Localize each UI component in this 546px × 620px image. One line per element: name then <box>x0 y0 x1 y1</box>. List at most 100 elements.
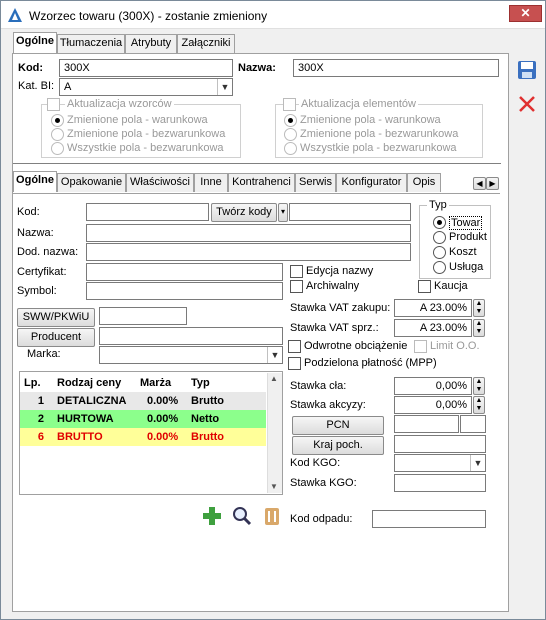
akcyza-field[interactable]: 0,00% <box>394 396 472 414</box>
akt-wzorcow-radio-2[interactable] <box>51 128 64 141</box>
symbol-label: Symbol: <box>17 285 57 297</box>
tworz-kody-dropdown[interactable]: ▾ <box>278 203 288 222</box>
scroll-down-icon[interactable]: ▼ <box>270 482 278 491</box>
pcn-extra-field[interactable] <box>460 415 486 433</box>
edycja-nazwy-checkbox[interactable] <box>290 265 303 278</box>
subtab-serwis[interactable]: Serwis <box>295 173 336 192</box>
add-button[interactable] <box>201 505 223 527</box>
kraj-poch-field[interactable] <box>394 435 486 453</box>
chevron-down-icon[interactable]: ▼ <box>217 79 232 95</box>
tab-ogolne[interactable]: Ogólne <box>13 32 57 53</box>
akt-wzorcow-label: Aktualizacja wzorców <box>65 98 174 110</box>
vat-zakupu-spinner[interactable]: ▲ ▼ <box>473 299 485 317</box>
tab-scroll-left-button[interactable]: ◀ <box>473 177 486 190</box>
producent-button[interactable]: Producent <box>17 328 95 347</box>
nazwa-field[interactable]: 300X <box>293 59 499 77</box>
akcyza-spinner[interactable]: ▲ ▼ <box>473 396 485 414</box>
scroll-up-icon[interactable]: ▲ <box>270 374 278 383</box>
nazwa-label: Nazwa: <box>238 62 276 74</box>
vat-zakupu-field[interactable]: A 23.00% <box>394 299 472 317</box>
cell-lp: 2 <box>37 413 44 425</box>
kgo-stawka-field[interactable] <box>394 474 486 492</box>
subtab-opis[interactable]: Opis <box>407 173 441 192</box>
subtab-wlasciwosci[interactable]: Właściwości <box>126 173 194 192</box>
tab-scroll-right-button[interactable]: ▶ <box>486 177 499 190</box>
akt-wzorcow-radio-1[interactable] <box>51 114 64 127</box>
subtab-konfigurator[interactable]: Konfigurator <box>336 173 407 192</box>
subtab-opakowanie[interactable]: Opakowanie <box>57 173 126 192</box>
kgo-kod-select[interactable]: ▼ <box>394 454 486 472</box>
mpp-checkbox[interactable] <box>288 357 301 370</box>
tab-tlumaczenia[interactable]: Tłumaczenia <box>57 34 125 53</box>
clo-spinner[interactable]: ▲ ▼ <box>473 377 485 395</box>
kod-field[interactable]: 300X <box>59 59 233 77</box>
edycja-nazwy-label: Edycja nazwy <box>306 265 374 277</box>
kgo-stawka-label: Stawka KGO: <box>290 477 357 489</box>
odwrotne-label: Odwrotne obciążenie <box>304 340 408 352</box>
marka-select[interactable]: ▼ <box>99 346 283 364</box>
clo-label: Stawka cła: <box>290 380 347 392</box>
typ-radio-produkt[interactable] <box>433 231 446 244</box>
save-button[interactable] <box>516 59 538 81</box>
close-window-button[interactable]: ✕ <box>509 5 542 22</box>
cell-lp: 6 <box>37 431 44 443</box>
tab-atrybuty[interactable]: Atrybuty <box>125 34 177 53</box>
delete-button[interactable] <box>261 505 283 527</box>
header-marza: Marża <box>140 377 172 389</box>
certyfikat-field[interactable] <box>86 263 283 281</box>
akt-wzorcow-opt-1: Zmienione pola - warunkowa <box>67 114 208 126</box>
typ-radio-towar[interactable] <box>433 216 446 229</box>
chevron-down-icon[interactable]: ▼ <box>470 455 485 471</box>
tworz-kody-button[interactable]: Twórz kody <box>211 203 277 222</box>
kod-odpadu-field[interactable] <box>372 510 486 528</box>
magnifier-icon <box>233 507 252 526</box>
g-kod-extra-field[interactable] <box>289 203 411 221</box>
dod-nazwa-field[interactable] <box>86 243 411 261</box>
table-scrollbar[interactable]: ▲ ▼ <box>267 373 282 493</box>
vat-sprz-spinner[interactable]: ▲ ▼ <box>473 319 485 337</box>
tab-zalaczniki[interactable]: Załączniki <box>177 34 235 53</box>
chevron-down-icon[interactable]: ▼ <box>267 347 282 363</box>
akt-elementow-checkbox[interactable] <box>283 98 296 111</box>
pcn-button[interactable]: PCN <box>292 416 384 435</box>
akt-elementow-radio-3[interactable] <box>284 142 297 155</box>
sww-field[interactable] <box>99 307 187 325</box>
vat-zakupu-label: Stawka VAT zakupu: <box>290 302 391 314</box>
subtab-inne[interactable]: Inne <box>194 173 228 192</box>
g-kod-field[interactable] <box>86 203 209 221</box>
katbi-select[interactable]: A ▼ <box>59 78 233 96</box>
kod-label: Kod: <box>18 62 44 74</box>
akt-wzorcow-checkbox[interactable] <box>47 98 60 111</box>
table-row[interactable]: 1 DETALICZNA 0.00% Brutto <box>20 392 266 410</box>
typ-radio-koszt[interactable] <box>433 246 446 259</box>
cell-typ: Brutto <box>191 431 224 443</box>
g-nazwa-field[interactable] <box>86 224 411 242</box>
cancel-button[interactable] <box>516 93 538 115</box>
archiwalny-checkbox[interactable] <box>290 280 303 293</box>
kaucja-checkbox[interactable] <box>418 280 431 293</box>
typ-usluga-label: Usługa <box>449 261 484 273</box>
katbi-value: A <box>64 81 72 93</box>
typ-produkt-label: Produkt <box>449 231 487 243</box>
pcn-field[interactable] <box>394 415 459 433</box>
typ-radio-usluga[interactable] <box>433 261 446 274</box>
sww-button[interactable]: SWW/PKWiU <box>17 308 95 327</box>
table-row[interactable]: 2 HURTOWA 0.00% Netto <box>20 410 266 428</box>
akt-elementow-radio-2[interactable] <box>284 128 297 141</box>
vat-sprz-field[interactable]: A 23.00% <box>394 319 472 337</box>
limit-checkbox[interactable] <box>414 340 427 353</box>
limit-label: Limit O.O. <box>430 340 480 352</box>
subtab-ogolne[interactable]: Ogólne <box>13 171 57 192</box>
symbol-field[interactable] <box>86 282 283 300</box>
table-row[interactable]: 6 BRUTTO 0.00% Brutto <box>20 428 266 446</box>
producent-field[interactable] <box>99 327 283 345</box>
akcyza-label: Stawka akcyzy: <box>290 399 366 411</box>
akt-elementow-radio-1[interactable] <box>284 114 297 127</box>
kraj-poch-button[interactable]: Kraj poch. <box>292 436 384 455</box>
odwrotne-checkbox[interactable] <box>288 340 301 353</box>
akt-wzorcow-radio-3[interactable] <box>51 142 64 155</box>
search-button[interactable] <box>231 505 253 527</box>
clo-field[interactable]: 0,00% <box>394 377 472 395</box>
subtab-kontrahenci[interactable]: Kontrahenci <box>228 173 295 192</box>
akt-wzorcow-opt-2: Zmienione pola - bezwarunkowa <box>67 128 226 140</box>
